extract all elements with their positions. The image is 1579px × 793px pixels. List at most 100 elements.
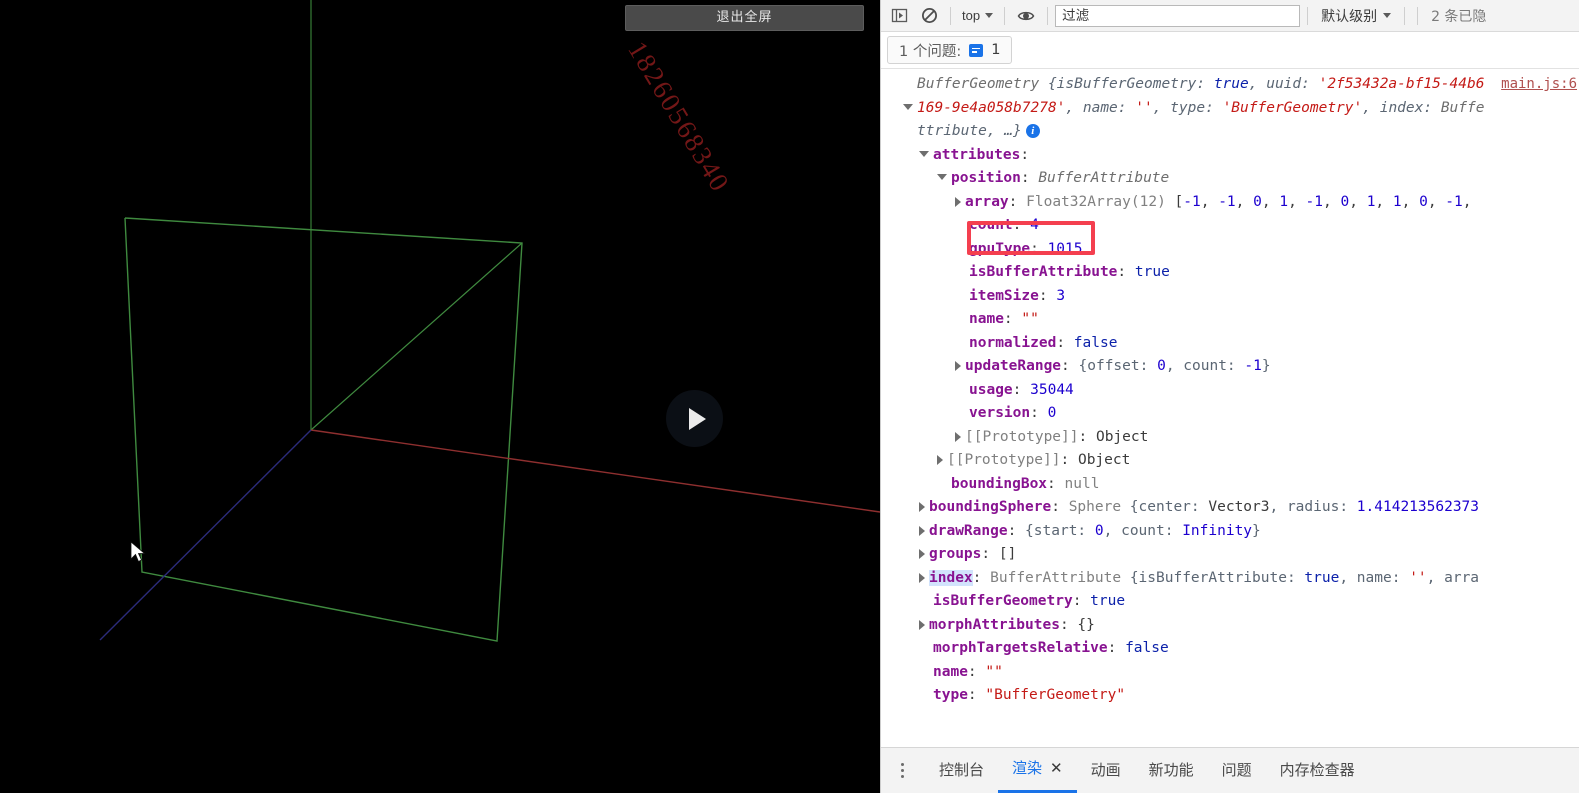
console-log-line[interactable]: itemSize: 3 bbox=[881, 285, 1579, 309]
console-log-line[interactable]: 169-9e4a058b7278', name: '', type: 'Buff… bbox=[881, 97, 1579, 121]
log-token: , bbox=[1261, 193, 1280, 210]
log-token: , bbox=[1401, 193, 1420, 210]
expand-triangle-right-icon[interactable] bbox=[919, 502, 925, 512]
log-token: name bbox=[933, 663, 968, 680]
log-token: type bbox=[933, 687, 968, 703]
console-log-line[interactable]: isBufferGeometry: true bbox=[881, 590, 1579, 614]
expand-triangle-right-icon[interactable] bbox=[955, 196, 961, 207]
log-token: : bbox=[981, 546, 999, 562]
console-log-line[interactable]: ttribute, …} i bbox=[881, 120, 1579, 144]
console-log-line[interactable]: [[Prototype]]: Object bbox=[881, 449, 1579, 473]
console-log-line[interactable]: updateRange: {offset: 0, count: -1} bbox=[881, 355, 1579, 379]
live-expression-icon[interactable] bbox=[1012, 3, 1040, 29]
expand-triangle-right-icon[interactable] bbox=[937, 455, 943, 465]
expand-triangle-down-icon[interactable] bbox=[937, 174, 947, 180]
sidebar-toggle-icon[interactable] bbox=[885, 3, 913, 29]
fullscreen-bar: 退出全屏 bbox=[625, 0, 864, 34]
log-token: morphAttributes bbox=[929, 616, 1060, 633]
play-button[interactable] bbox=[666, 390, 723, 447]
drawer-tab-内存检查器[interactable]: 内存检查器 bbox=[1266, 749, 1369, 793]
log-token: : bbox=[1030, 405, 1048, 421]
log-token: itemSize bbox=[969, 287, 1039, 304]
console-log-line[interactable]: boundingBox: null bbox=[881, 473, 1579, 497]
log-token: 169-9e4a058b7278' bbox=[917, 99, 1066, 116]
expand-triangle-right-icon[interactable] bbox=[955, 431, 961, 442]
log-level-selector[interactable]: 默认级别 bbox=[1315, 6, 1397, 26]
log-token: 35044 bbox=[1030, 381, 1074, 398]
log-token: : bbox=[1020, 146, 1030, 163]
clear-console-icon[interactable] bbox=[915, 3, 943, 29]
log-token: 0 bbox=[1157, 358, 1166, 374]
log-token: [ bbox=[1174, 193, 1184, 210]
log-level-label: 默认级别 bbox=[1321, 8, 1378, 25]
console-log-line[interactable]: drawRange: {start: 0, count: Infinity} bbox=[881, 520, 1579, 544]
expand-triangle-right-icon[interactable] bbox=[955, 361, 961, 371]
console-log-line[interactable]: usage: 35044 bbox=[881, 379, 1579, 403]
expand-triangle-down-icon[interactable] bbox=[919, 150, 929, 157]
hidden-messages-label[interactable]: 2 条已隐 bbox=[1425, 6, 1486, 26]
filter-input[interactable] bbox=[1055, 4, 1301, 27]
video-viewport[interactable]: 退出全屏 18260568340 bbox=[0, 0, 880, 793]
exit-fullscreen-button[interactable]: 退出全屏 bbox=[625, 5, 864, 31]
more-options-icon[interactable] bbox=[891, 757, 913, 785]
log-token: : bbox=[1030, 240, 1048, 257]
console-log-line[interactable]: position: BufferAttribute bbox=[881, 167, 1579, 191]
expand-triangle-right-icon[interactable] bbox=[919, 525, 925, 536]
console-log-line[interactable]: isBufferAttribute: true bbox=[881, 261, 1579, 285]
play-icon bbox=[688, 407, 706, 430]
threejs-scene-canvas[interactable] bbox=[0, 0, 880, 793]
close-icon[interactable]: ✕ bbox=[1050, 753, 1063, 783]
log-token: {start: bbox=[1025, 522, 1095, 539]
console-log-line[interactable]: gpuType: 1015 bbox=[881, 238, 1579, 262]
drawer-tab-问题[interactable]: 问题 bbox=[1208, 749, 1266, 793]
expand-triangle-right-icon[interactable] bbox=[919, 619, 925, 630]
console-log-line[interactable]: count: 4 bbox=[881, 214, 1579, 238]
source-link[interactable]: main.js:6 bbox=[1501, 73, 1577, 97]
log-token: 1.414213562373 bbox=[1356, 499, 1480, 515]
console-log-line[interactable]: version: 0 bbox=[881, 402, 1579, 426]
drawer-tab-渲染[interactable]: 渲染 ✕ bbox=[998, 749, 1077, 793]
console-log-line[interactable]: [[Prototype]]: Object bbox=[881, 426, 1579, 450]
drawer-tab-控制台[interactable]: 控制台 bbox=[925, 749, 998, 793]
drawer-tab-label: 问题 bbox=[1221, 760, 1252, 779]
console-log-line[interactable]: boundingSphere: Sphere {center: Vector3,… bbox=[881, 496, 1579, 520]
console-log-line[interactable]: name: "" bbox=[881, 308, 1579, 332]
console-log-line[interactable]: groups: [] bbox=[881, 543, 1579, 567]
log-token: : bbox=[1059, 616, 1078, 633]
log-token: true bbox=[1304, 569, 1340, 586]
log-token: } bbox=[1261, 358, 1271, 374]
expand-triangle-right-icon[interactable] bbox=[919, 572, 925, 583]
console-log-line[interactable]: attributes: bbox=[881, 144, 1579, 168]
log-token: : bbox=[1012, 217, 1031, 233]
console-log-line[interactable]: BufferGeometry {isBufferGeometry: true, … bbox=[881, 73, 1579, 97]
log-token: 0 bbox=[1340, 193, 1350, 210]
log-token: , index: bbox=[1362, 99, 1441, 116]
context-selector[interactable]: top bbox=[958, 4, 997, 28]
expand-triangle-down-icon[interactable] bbox=[903, 103, 913, 110]
drawer-tab-新功能[interactable]: 新功能 bbox=[1135, 749, 1208, 793]
drawer-tab-动画[interactable]: 动画 bbox=[1077, 749, 1135, 793]
console-log-line[interactable]: morphTargetsRelative: false bbox=[881, 637, 1579, 661]
console-log-line[interactable]: array: Float32Array(12) [-1, -1, 0, 1, -… bbox=[881, 191, 1579, 215]
log-token: : bbox=[1020, 170, 1039, 186]
console-output[interactable]: main.js:6 BufferGeometry {isBufferGeomet… bbox=[881, 69, 1579, 747]
expand-triangle-right-icon[interactable] bbox=[919, 549, 925, 559]
log-token: 1015 bbox=[1047, 240, 1083, 257]
console-log-line[interactable]: normalized: false bbox=[881, 332, 1579, 356]
log-token: {isBufferAttribute: bbox=[1129, 569, 1305, 586]
log-token: BufferAttribute bbox=[990, 569, 1130, 586]
console-log-line[interactable]: type: "BufferGeometry" bbox=[881, 684, 1579, 708]
console-log-line[interactable]: name: "" bbox=[881, 661, 1579, 685]
console-log-entry[interactable]: BufferGeometry {isBufferGeometry: true, … bbox=[881, 73, 1579, 708]
log-token: : bbox=[1003, 311, 1022, 327]
console-log-line[interactable]: index: BufferAttribute {isBufferAttribut… bbox=[881, 567, 1579, 591]
log-token: 0 bbox=[1253, 193, 1262, 210]
log-token: : bbox=[1038, 287, 1057, 304]
chevron-down-icon bbox=[985, 13, 994, 18]
console-log-line[interactable]: morphAttributes: {} bbox=[881, 614, 1579, 638]
log-token: version bbox=[969, 405, 1031, 421]
log-token: : bbox=[967, 663, 986, 680]
issues-button[interactable]: 1 个问题: 1 bbox=[887, 36, 1013, 64]
info-badge-icon[interactable]: i bbox=[1025, 124, 1040, 138]
log-token: , bbox=[1375, 193, 1393, 210]
